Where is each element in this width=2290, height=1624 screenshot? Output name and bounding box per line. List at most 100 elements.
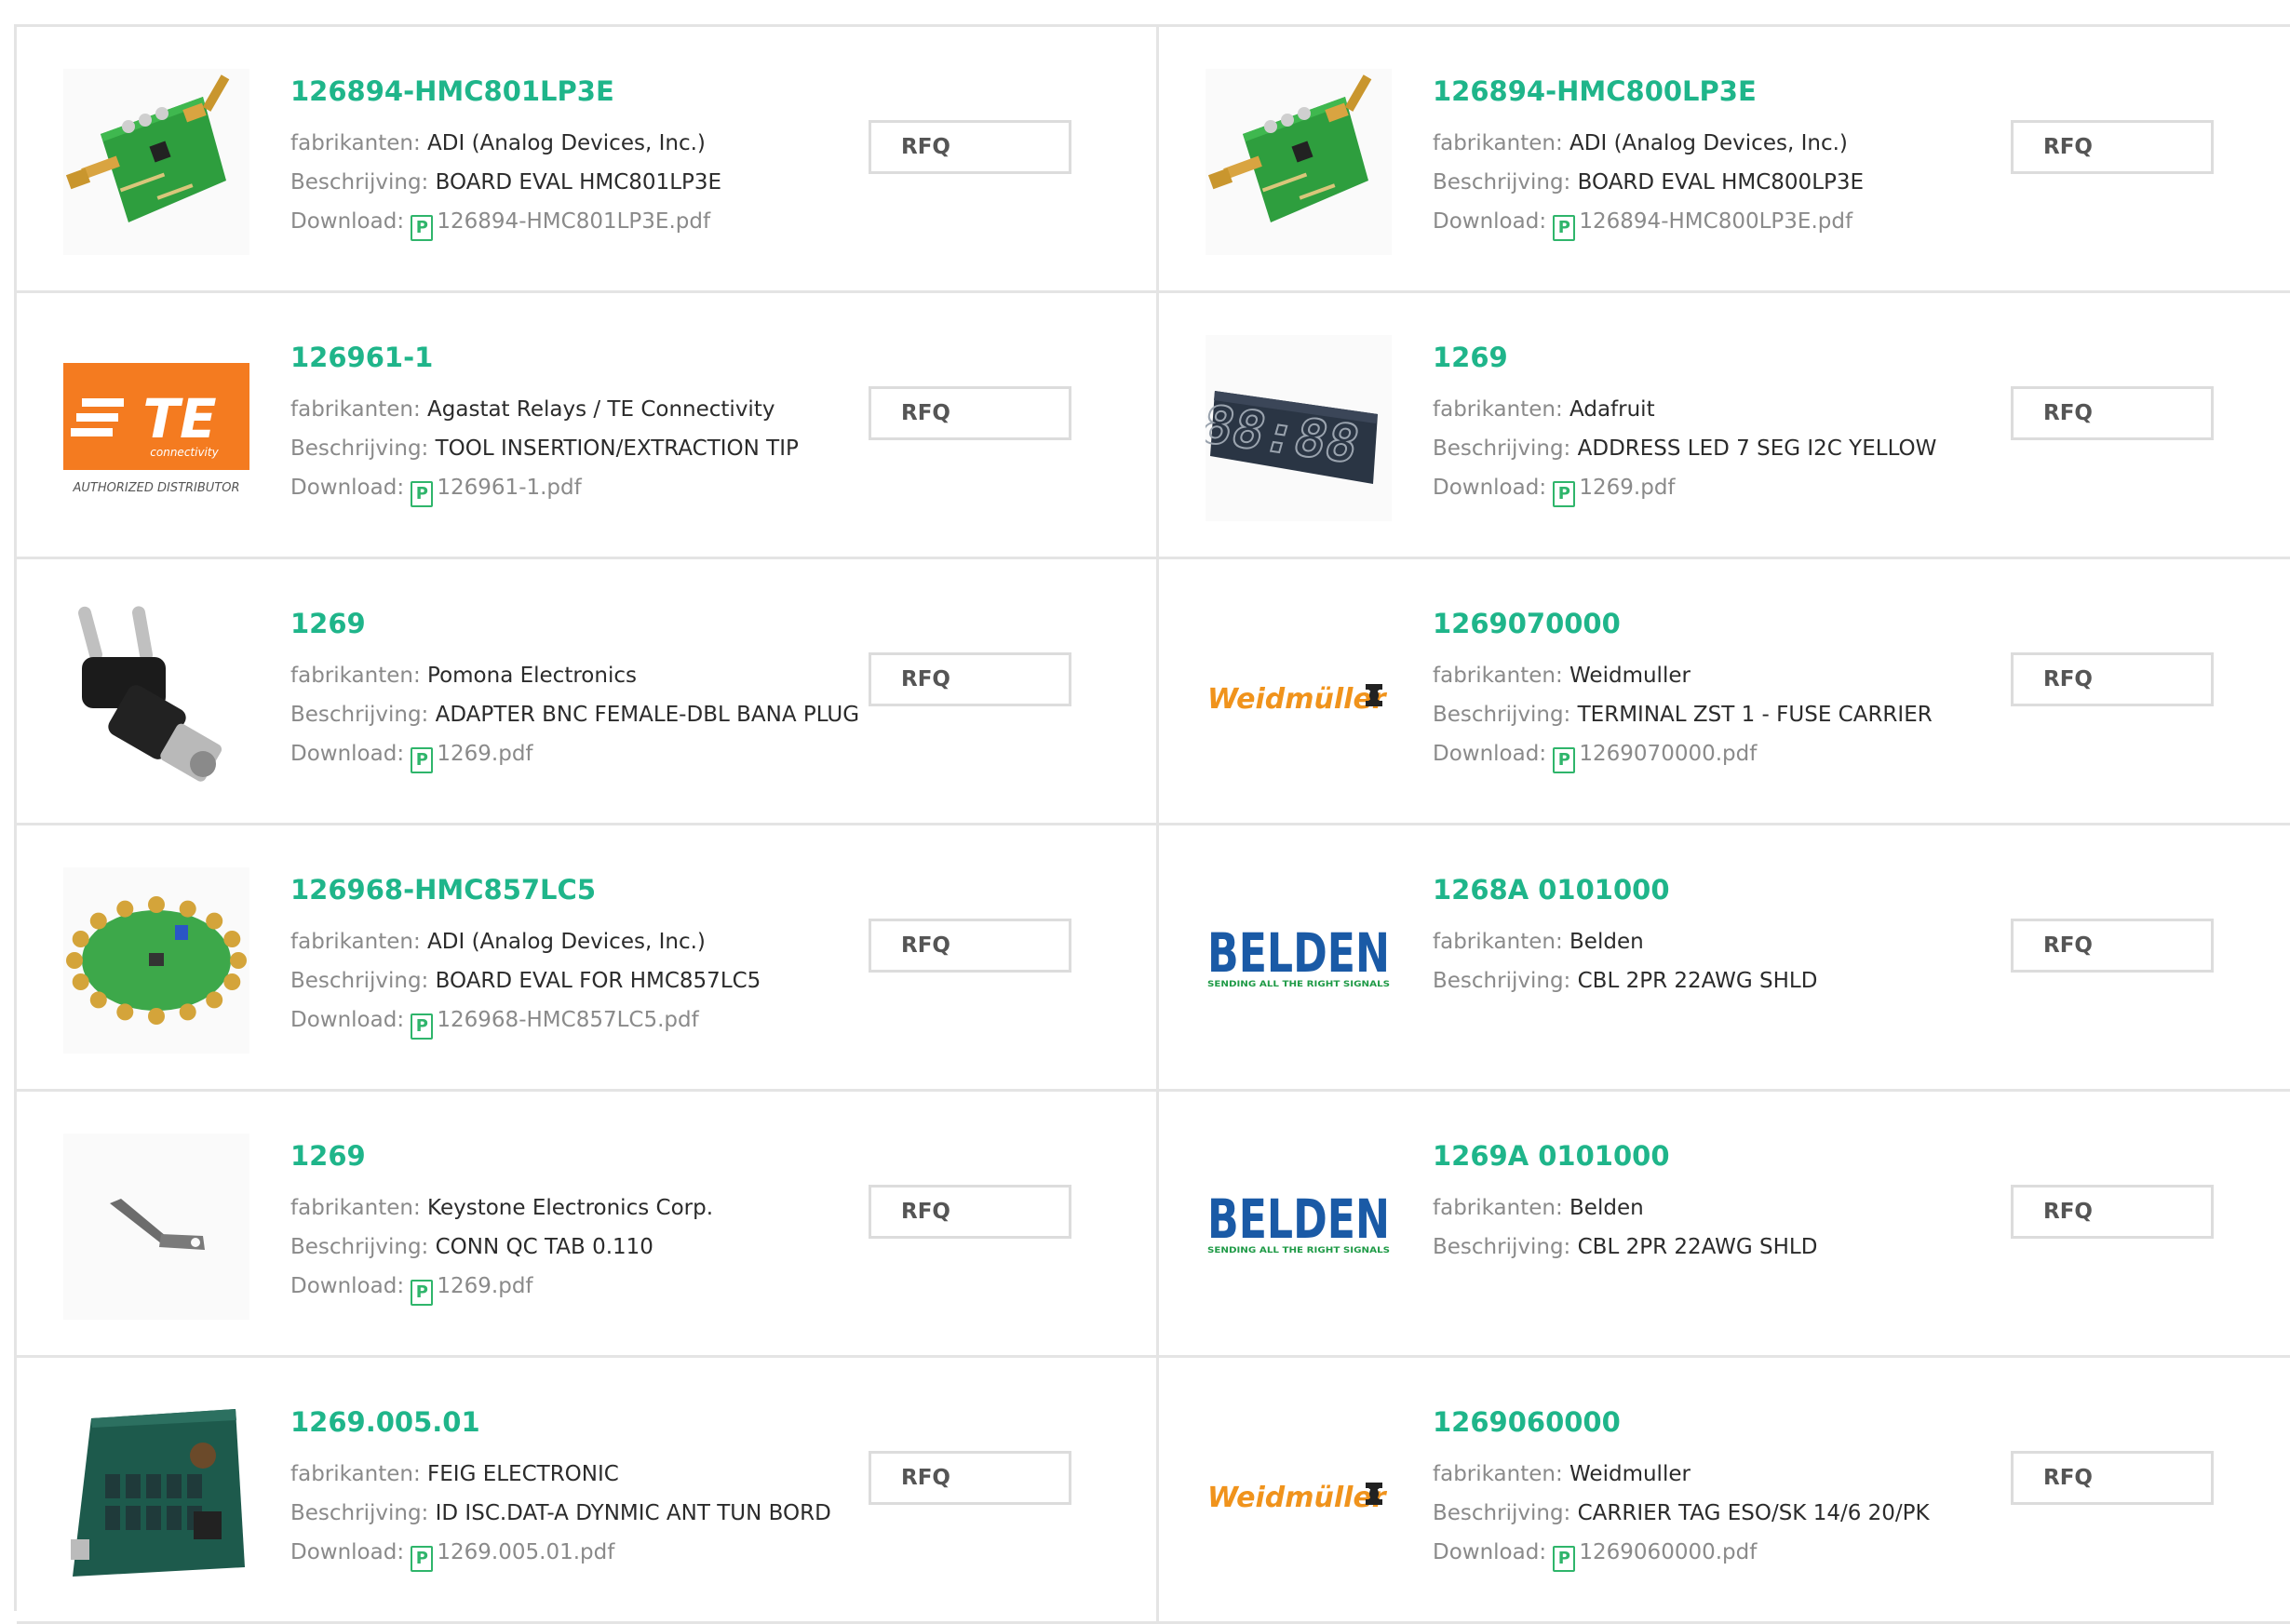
- product-image-bnc-adapter-icon[interactable]: [63, 601, 249, 787]
- download-row: Download: P 1269.005.01.pdf: [290, 1533, 830, 1572]
- product-image-weidmuller-logo[interactable]: Weidmüller: [1206, 601, 1392, 787]
- part-number-link[interactable]: 1269070000: [1433, 608, 1973, 639]
- svg-text:AUTHORIZED DISTRIBUTOR: AUTHORIZED DISTRIBUTOR: [72, 481, 239, 495]
- description-row: Beschrijving: ADAPTER BNC FEMALE-DBL BAN…: [290, 695, 859, 734]
- manufacturer-value: Belden: [1569, 1196, 1644, 1220]
- download-link[interactable]: 1269.pdf: [437, 1274, 532, 1298]
- download-label: Download:: [290, 1274, 405, 1298]
- product-image-belden-logo[interactable]: BELDEN SENDING ALL THE RIGHT SIGNALS: [1206, 1134, 1392, 1320]
- description-label: Beschrijving:: [290, 1235, 429, 1259]
- rfq-button[interactable]: RFQ: [2011, 919, 2214, 973]
- part-number-link[interactable]: 1269A 0101000: [1433, 1140, 1973, 1172]
- description-value: BOARD EVAL HMC801LP3E: [435, 170, 722, 195]
- download-label: Download:: [290, 1540, 405, 1564]
- part-number-link[interactable]: 1269.005.01: [290, 1406, 830, 1438]
- rfq-button[interactable]: RFQ: [2011, 652, 2214, 706]
- download-label: Download:: [290, 1008, 405, 1032]
- product-image-weidmuller-logo[interactable]: Weidmüller: [1206, 1400, 1392, 1586]
- part-number-link[interactable]: 126968-HMC857LC5: [290, 874, 830, 906]
- product-image-eval-board-icon[interactable]: [63, 69, 249, 255]
- pdf-icon[interactable]: P: [1553, 481, 1576, 507]
- rfq-button[interactable]: RFQ: [869, 652, 1071, 706]
- download-row: Download: P 1269070000.pdf: [1433, 734, 1973, 773]
- product-card: 126894-HMC800LP3E fabrikanten: ADI (Anal…: [1159, 27, 2290, 293]
- pdf-icon[interactable]: P: [411, 1013, 434, 1040]
- download-label: Download:: [290, 209, 405, 234]
- manufacturer-row: fabrikanten: Adafruit: [1433, 390, 1973, 429]
- product-card: 126894-HMC801LP3E fabrikanten: ADI (Anal…: [17, 27, 1159, 293]
- description-value: ID ISC.DAT-A DYNMIC ANT TUN BORD: [435, 1501, 831, 1525]
- description-row: Beschrijving: TERMINAL ZST 1 - FUSE CARR…: [1433, 695, 1973, 734]
- rfq-button[interactable]: RFQ: [2011, 1185, 2214, 1239]
- rfq-button[interactable]: RFQ: [2011, 386, 2214, 440]
- product-image-pcb-board-icon[interactable]: [63, 1400, 249, 1586]
- product-image-belden-logo[interactable]: BELDEN SENDING ALL THE RIGHT SIGNALS: [1206, 867, 1392, 1054]
- part-number-link[interactable]: 1269: [290, 608, 830, 639]
- rfq-button[interactable]: RFQ: [869, 120, 1071, 174]
- svg-text:BELDEN: BELDEN: [1207, 921, 1390, 985]
- description-label: Beschrijving:: [290, 436, 429, 461]
- download-link[interactable]: 1269.pdf: [1579, 476, 1675, 500]
- rfq-button[interactable]: RFQ: [869, 386, 1071, 440]
- part-number-link[interactable]: 1269060000: [1433, 1406, 1973, 1438]
- download-link[interactable]: 126968-HMC857LC5.pdf: [437, 1008, 698, 1032]
- rfq-button[interactable]: RFQ: [869, 1451, 1071, 1505]
- rfq-button[interactable]: RFQ: [2011, 1451, 2214, 1505]
- part-number-link[interactable]: 126961-1: [290, 342, 830, 373]
- description-value: TOOL INSERTION/EXTRACTION TIP: [435, 436, 799, 461]
- product-image-round-board-icon[interactable]: [63, 867, 249, 1054]
- product-card: TE connectivity AUTHORIZED DISTRIBUTOR 1…: [17, 293, 1159, 559]
- manufacturer-row: fabrikanten: FEIG ELECTRONIC: [290, 1455, 830, 1494]
- download-link[interactable]: 1269060000.pdf: [1579, 1540, 1757, 1564]
- part-number-link[interactable]: 1269: [1433, 342, 1973, 373]
- rfq-button[interactable]: RFQ: [2011, 120, 2214, 174]
- manufacturer-label: fabrikanten:: [1433, 664, 1563, 688]
- product-image-te-logo[interactable]: TE connectivity AUTHORIZED DISTRIBUTOR: [63, 335, 249, 521]
- description-row: Beschrijving: CARRIER TAG ESO/SK 14/6 20…: [1433, 1494, 1973, 1533]
- part-number-link[interactable]: 126894-HMC801LP3E: [290, 75, 830, 107]
- rfq-button[interactable]: RFQ: [869, 919, 1071, 973]
- manufacturer-value: Weidmuller: [1569, 664, 1691, 688]
- download-row: Download: P 126961-1.pdf: [290, 468, 830, 507]
- product-image-qc-tab-icon[interactable]: [63, 1134, 249, 1320]
- product-card: 1269 fabrikanten: Pomona Electronics Bes…: [17, 559, 1159, 825]
- pdf-icon[interactable]: P: [1553, 747, 1576, 773]
- manufacturer-row: fabrikanten: Weidmuller: [1433, 1455, 1973, 1494]
- manufacturer-row: fabrikanten: Pomona Electronics: [290, 656, 830, 695]
- download-link[interactable]: 126894-HMC800LP3E.pdf: [1579, 209, 1852, 234]
- description-value: ADDRESS LED 7 SEG I2C YELLOW: [1577, 436, 1937, 461]
- manufacturer-value: Weidmuller: [1569, 1462, 1691, 1486]
- download-link[interactable]: 1269.005.01.pdf: [437, 1540, 614, 1564]
- part-number-link[interactable]: 1269: [290, 1140, 830, 1172]
- svg-text:SENDING ALL THE RIGHT SIGNALS: SENDING ALL THE RIGHT SIGNALS: [1207, 1246, 1390, 1255]
- download-row: Download: P 1269.pdf: [1433, 468, 1973, 507]
- download-link[interactable]: 1269070000.pdf: [1579, 742, 1757, 766]
- product-image-eval-board-icon[interactable]: [1206, 69, 1392, 255]
- rfq-button[interactable]: RFQ: [869, 1185, 1071, 1239]
- pdf-icon[interactable]: P: [1553, 1546, 1576, 1572]
- download-row: Download: P 1269060000.pdf: [1433, 1533, 1973, 1572]
- pdf-icon[interactable]: P: [411, 747, 434, 773]
- svg-text:TE: TE: [142, 387, 216, 450]
- download-link[interactable]: 1269.pdf: [437, 742, 532, 766]
- part-number-link[interactable]: 126894-HMC800LP3E: [1433, 75, 1973, 107]
- description-label: Beschrijving:: [1433, 436, 1571, 461]
- manufacturer-row: fabrikanten: Belden: [1433, 1188, 1973, 1228]
- download-link[interactable]: 126894-HMC801LP3E.pdf: [437, 209, 710, 234]
- download-link[interactable]: 126961-1.pdf: [437, 476, 581, 500]
- manufacturer-label: fabrikanten:: [290, 1196, 421, 1220]
- pdf-icon[interactable]: P: [411, 215, 434, 241]
- description-row: Beschrijving: ADDRESS LED 7 SEG I2C YELL…: [1433, 429, 1973, 468]
- manufacturer-row: fabrikanten: Belden: [1433, 922, 1973, 961]
- manufacturer-row: fabrikanten: Agastat Relays / TE Connect…: [290, 390, 830, 429]
- pdf-icon[interactable]: P: [411, 1280, 434, 1306]
- pdf-icon[interactable]: P: [411, 481, 434, 507]
- svg-text:SENDING ALL THE RIGHT SIGNALS: SENDING ALL THE RIGHT SIGNALS: [1207, 980, 1390, 989]
- manufacturer-value: FEIG ELECTRONIC: [427, 1462, 619, 1486]
- svg-text:Weidmüller: Weidmüller: [1207, 683, 1388, 716]
- pdf-icon[interactable]: P: [1553, 215, 1576, 241]
- product-image-seven-segment-display-icon[interactable]: 88:88: [1206, 335, 1392, 521]
- part-number-link[interactable]: 1268A 0101000: [1433, 874, 1973, 906]
- manufacturer-row: fabrikanten: ADI (Analog Devices, Inc.): [1433, 124, 1973, 163]
- pdf-icon[interactable]: P: [411, 1546, 434, 1572]
